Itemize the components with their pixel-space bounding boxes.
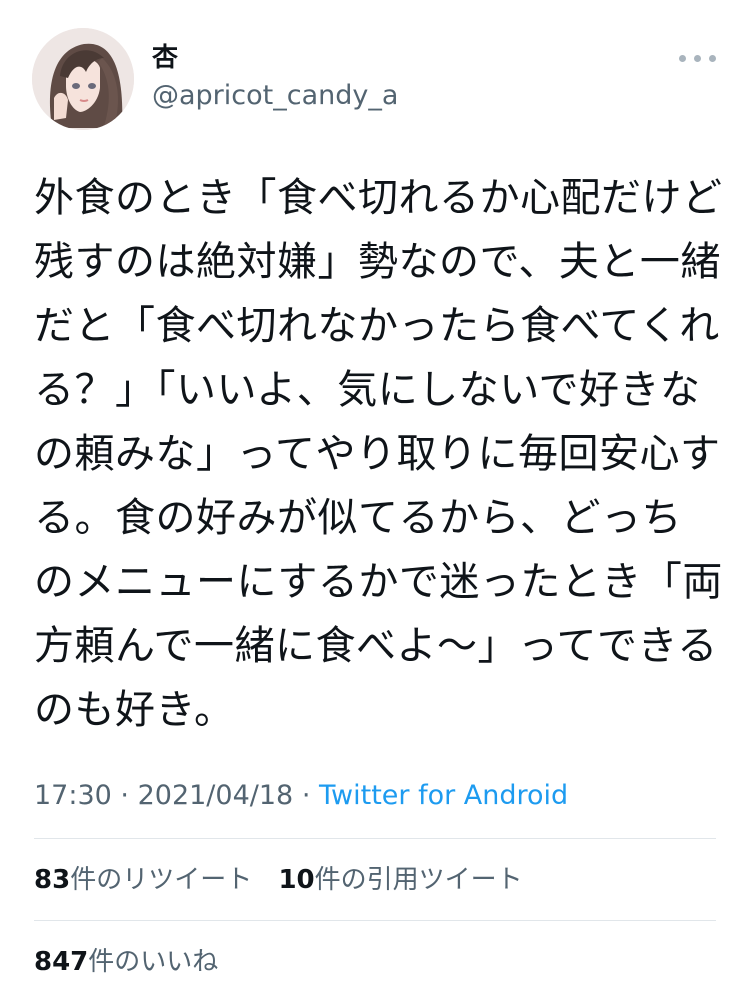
meta-separator: · [120, 780, 129, 811]
likes-label: 件のいいね [88, 947, 219, 977]
quotes-count: 10 [278, 865, 315, 895]
user-handle[interactable]: @apricot_candy_a [152, 80, 398, 112]
tweet-text-line: 外食のとき「食べ切れるか心配だけど [34, 175, 723, 221]
tweet-text-line: のメニューにするかで迷ったとき「両 [34, 559, 723, 605]
tweet-text-line: のも好き。 [34, 687, 235, 733]
quotes-label: 件の引用ツイート [314, 865, 523, 895]
retweets-stat[interactable]: 83件のリツイート [34, 865, 252, 895]
tweet-text-line: だと「食べ切れなかったら食べてくれ [34, 303, 720, 349]
engagement-stats: 83件のリツイート 10件の引用ツイート [34, 862, 541, 898]
tweet-text: 外食のとき「食べ切れるか心配だけど 残すのは絶対嫌」勢なので、夫と一緒 だと「食… [34, 166, 724, 742]
more-options-button[interactable] [676, 46, 720, 70]
tweet-source-link[interactable]: Twitter for Android [319, 780, 568, 811]
tweet-time[interactable]: 17:30 [34, 780, 112, 811]
meta-separator: · [301, 780, 311, 811]
retweets-label: 件のリツイート [70, 865, 253, 895]
avatar-illustration [32, 28, 134, 130]
divider [34, 838, 716, 839]
tweet-text-line: 方頼んで一緒に食べよ〜」ってできる [34, 623, 718, 669]
tweet-meta: 17:30 · 2021/04/18 · Twitter for Android [34, 778, 568, 814]
likes-count: 847 [34, 947, 89, 977]
tweet-text-line: の頼みな」ってやり取りに毎回安心す [34, 431, 721, 477]
divider [34, 920, 716, 921]
tweet-detail: 杏 @apricot_candy_a 外食のとき「食べ切れるか心配だけど 残すの… [0, 0, 750, 1008]
display-name[interactable]: 杏 [152, 42, 178, 74]
tweet-text-line: 残すのは絶対嫌」勢なので、夫と一緒 [34, 239, 721, 285]
likes-stats: 847件のいいね [34, 944, 236, 980]
tweet-text-line: る。食の好みが似てるから、どっち [34, 495, 682, 541]
more-dots-icon [709, 55, 716, 62]
tweet-date[interactable]: 2021/04/18 [138, 780, 294, 811]
more-dots-icon [694, 55, 701, 62]
likes-stat[interactable]: 847件のいいね [34, 947, 218, 977]
more-dots-icon [679, 55, 686, 62]
quotes-stat[interactable]: 10件の引用ツイート [278, 865, 522, 895]
retweets-count: 83 [34, 865, 71, 895]
tweet-text-line: る？」「いいよ、気にしないで好きな [34, 367, 701, 413]
avatar[interactable] [32, 28, 134, 130]
